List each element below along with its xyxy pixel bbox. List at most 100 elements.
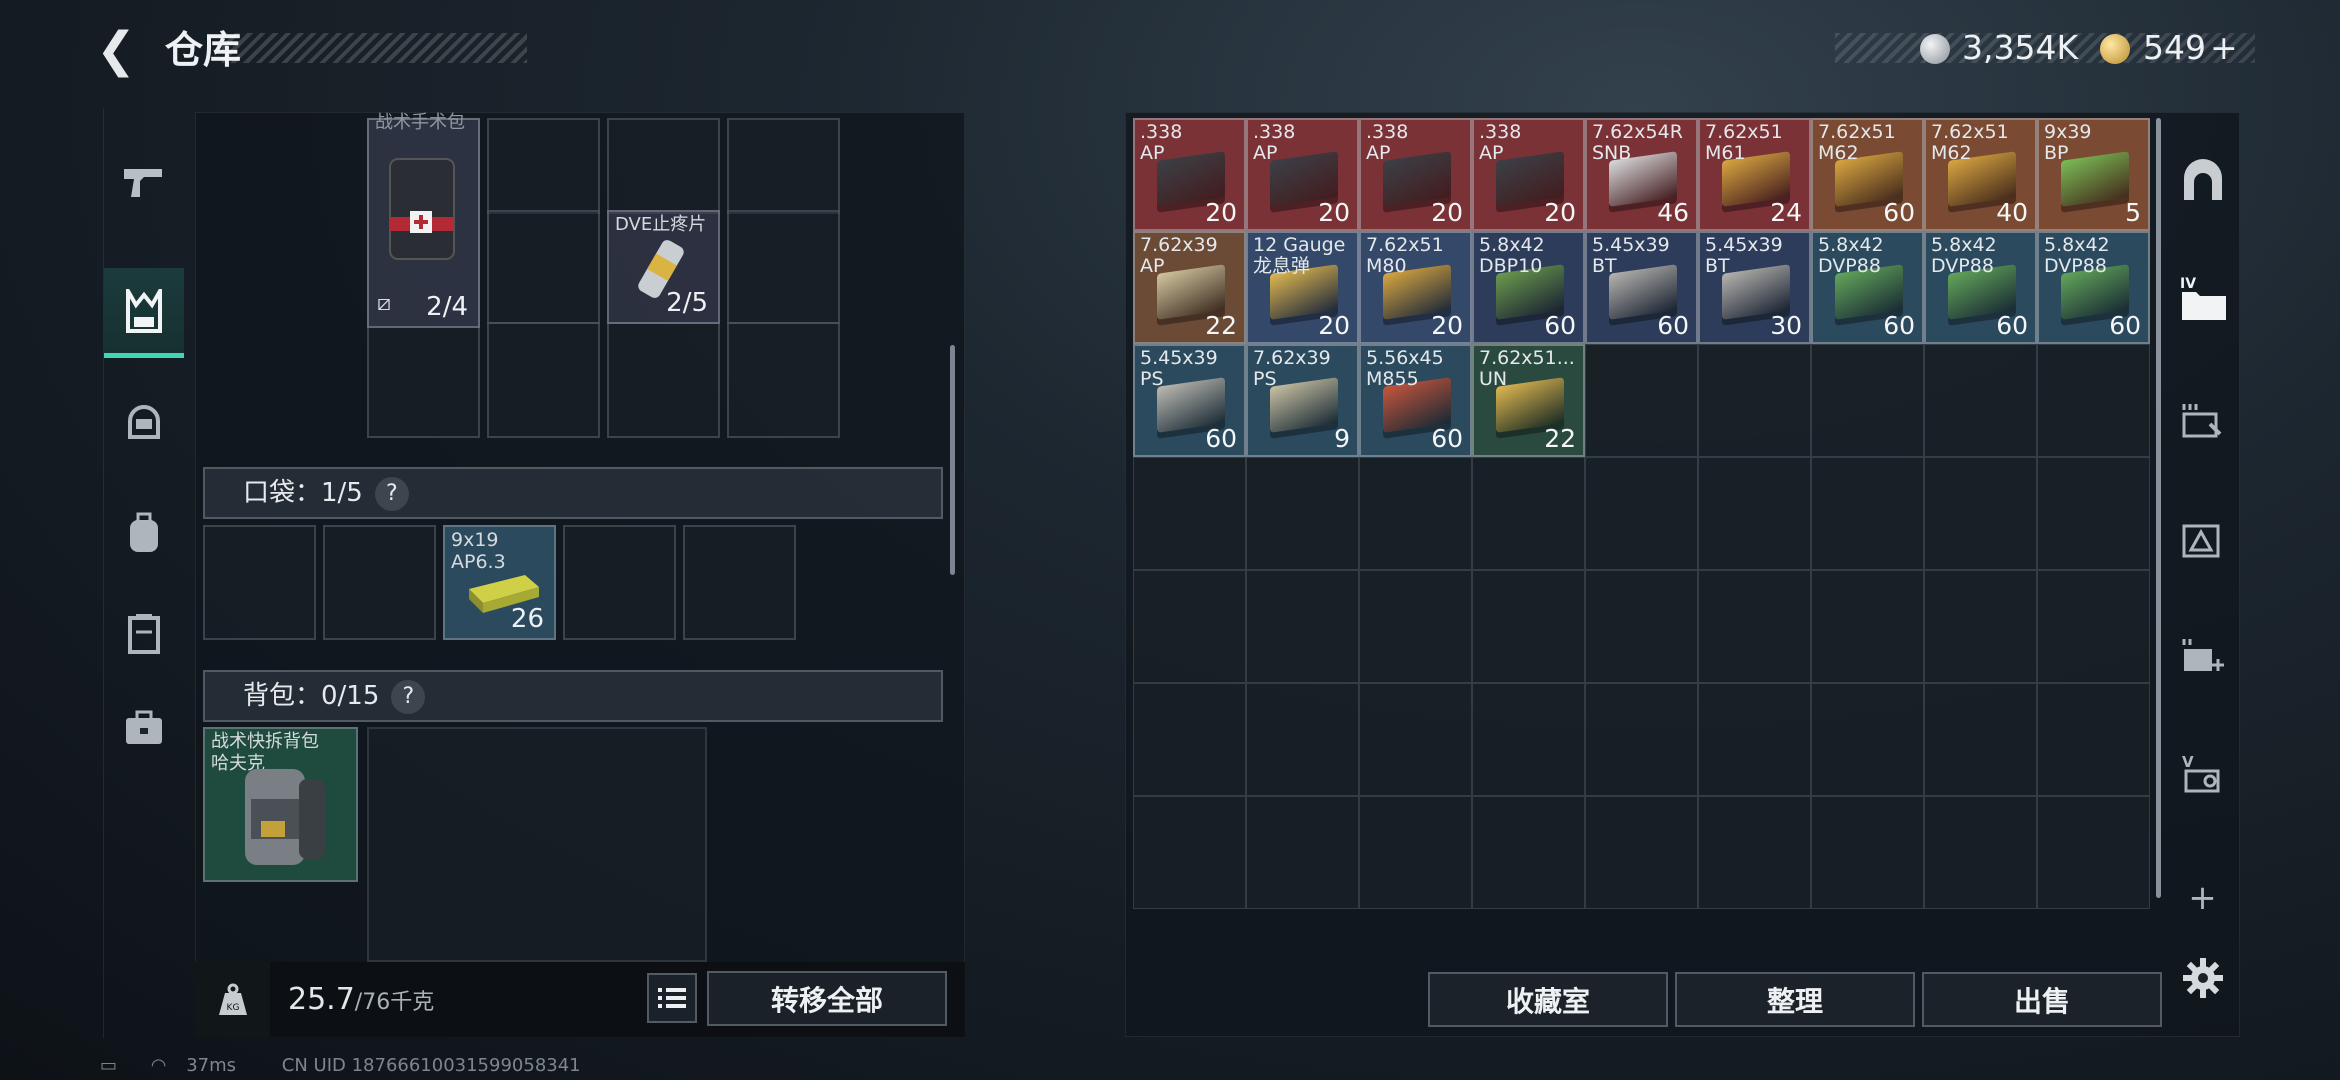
ammo-item[interactable]: 7.62x51 M80 20 [1359,231,1472,344]
storage-scrollbar[interactable] [2156,118,2161,898]
arch-icon[interactable] [2175,150,2230,210]
pocket-help-button[interactable]: ? [374,476,409,511]
sort-button[interactable]: 整理 [1675,972,1915,1027]
ammo-item[interactable]: .338 AP 20 [1472,118,1585,231]
storage-slot[interactable] [1924,796,2037,909]
storage-slot[interactable] [1359,457,1472,570]
ammo-item[interactable]: 7.62x51 M61 24 [1698,118,1811,231]
storage-slot[interactable] [1924,683,2037,796]
storage-slot[interactable] [1585,683,1698,796]
storage-slot[interactable] [1359,796,1472,909]
ammo-item[interactable]: .338 AP 20 [1359,118,1472,231]
collection-room-button[interactable]: 收藏室 [1428,972,1668,1027]
storage-slot[interactable] [1698,683,1811,796]
storage-slot[interactable] [1698,570,1811,683]
vest-slot[interactable] [727,210,840,324]
storage-slot[interactable] [1698,344,1811,457]
alert-tab-icon[interactable] [2175,508,2230,568]
storage-slot[interactable] [1811,457,1924,570]
backpack-grid[interactable] [367,727,707,962]
transfer-all-button[interactable]: 转移全部 [707,971,947,1026]
sell-button[interactable]: 出售 [1922,972,2162,1027]
backpack-help-button[interactable]: ? [391,679,426,714]
storage-slot[interactable] [1585,570,1698,683]
storage-slot[interactable] [1133,683,1246,796]
pocket-slot[interactable] [203,525,316,640]
storage-slot[interactable] [1924,457,2037,570]
storage-slot[interactable] [1924,344,2037,457]
ammo-item[interactable]: 5.45x39 BT 60 [1585,231,1698,344]
storage-slot[interactable] [1359,570,1472,683]
storage-slot[interactable] [1133,570,1246,683]
ammo-item[interactable]: 7.62x51... UN 22 [1472,344,1585,457]
storage-slot[interactable] [1133,796,1246,909]
ammo-item[interactable]: 5.45x39 PS 60 [1133,344,1246,457]
list-view-button[interactable] [647,973,697,1023]
vest-slot[interactable] [727,118,840,214]
container-icon[interactable] [104,588,184,678]
storage-slot[interactable] [1133,457,1246,570]
storage-slot[interactable] [1246,683,1359,796]
vest-slot[interactable] [607,322,720,438]
ammo-item[interactable]: 5.8x42 DVP88 60 [2037,231,2150,344]
vest-slot[interactable] [487,322,600,438]
storage-slot[interactable] [2037,796,2150,909]
stash-tab-icon[interactable] [2175,388,2230,448]
ammo-item[interactable]: 5.8x42 DBP10 60 [1472,231,1585,344]
ammo-item[interactable]: 12 Gauge 龙息弹 20 [1246,231,1359,344]
ammo-item[interactable]: 7.62x39 PS 9 [1246,344,1359,457]
left-scrollbar[interactable] [950,345,955,575]
ammo-item[interactable]: 5.45x39 BT 30 [1698,231,1811,344]
storage-slot[interactable] [1472,796,1585,909]
ammo-item[interactable]: 7.62x51 M62 40 [1924,118,2037,231]
storage-slot[interactable] [1811,570,1924,683]
v-tab-icon[interactable]: V [2175,743,2230,803]
painkiller-item[interactable]: DVE止疼片 2/5 [607,210,720,324]
plus-icon[interactable]: + [2175,868,2230,928]
storage-slot[interactable] [1924,570,2037,683]
storage-slot[interactable] [1811,796,1924,909]
briefcase-icon[interactable] [104,683,184,773]
ammo-item[interactable]: 5.56x45 M855 60 [1359,344,1472,457]
ammo-item[interactable]: 9x39 BP 5 [2037,118,2150,231]
storage-slot[interactable] [1585,457,1698,570]
gear-icon[interactable] [2175,948,2230,1008]
storage-slot[interactable] [1698,796,1811,909]
ammo-item[interactable]: .338 AP 20 [1133,118,1246,231]
storage-slot[interactable] [1585,344,1698,457]
storage-slot[interactable] [2037,570,2150,683]
ammo-item[interactable]: 7.62x54R SNB 46 [1585,118,1698,231]
helmet-icon[interactable] [104,378,184,468]
backpack-icon[interactable] [104,488,184,578]
pocket-slot[interactable] [563,525,676,640]
ammo-item[interactable]: .338 AP 20 [1246,118,1359,231]
storage-slot[interactable] [1359,683,1472,796]
backpack-item[interactable]: 战术快拆背包 哈夫克 [203,727,358,882]
vest-slot[interactable] [487,210,600,324]
folder-icon[interactable]: IV [2175,268,2230,328]
vest-slot[interactable] [487,118,600,214]
pistol-icon[interactable] [104,138,184,228]
pocket-slot[interactable] [323,525,436,640]
add-currency-button[interactable]: + [2210,28,2238,68]
storage-slot[interactable] [1811,344,1924,457]
storage-slot[interactable] [1472,457,1585,570]
storage-slot[interactable] [2037,344,2150,457]
storage-slot[interactable] [1246,796,1359,909]
pocket-slot[interactable] [683,525,796,640]
ammo-item[interactable]: 7.62x51 M62 60 [1811,118,1924,231]
add-tab-icon[interactable] [2175,623,2230,683]
storage-slot[interactable] [1585,796,1698,909]
storage-slot[interactable] [1472,683,1585,796]
vest-slot[interactable] [727,322,840,438]
vest-slot[interactable] [607,118,720,214]
storage-slot[interactable] [1698,457,1811,570]
storage-slot[interactable] [1472,570,1585,683]
back-button[interactable]: ❮ [96,22,144,78]
storage-slot[interactable] [1246,457,1359,570]
surgical-kit-item[interactable]: 战术手术包 ⧄ 2/4 [367,112,480,328]
storage-slot[interactable] [1246,570,1359,683]
vest-icon[interactable] [104,268,184,358]
storage-slot[interactable] [2037,457,2150,570]
storage-slot[interactable] [2037,683,2150,796]
